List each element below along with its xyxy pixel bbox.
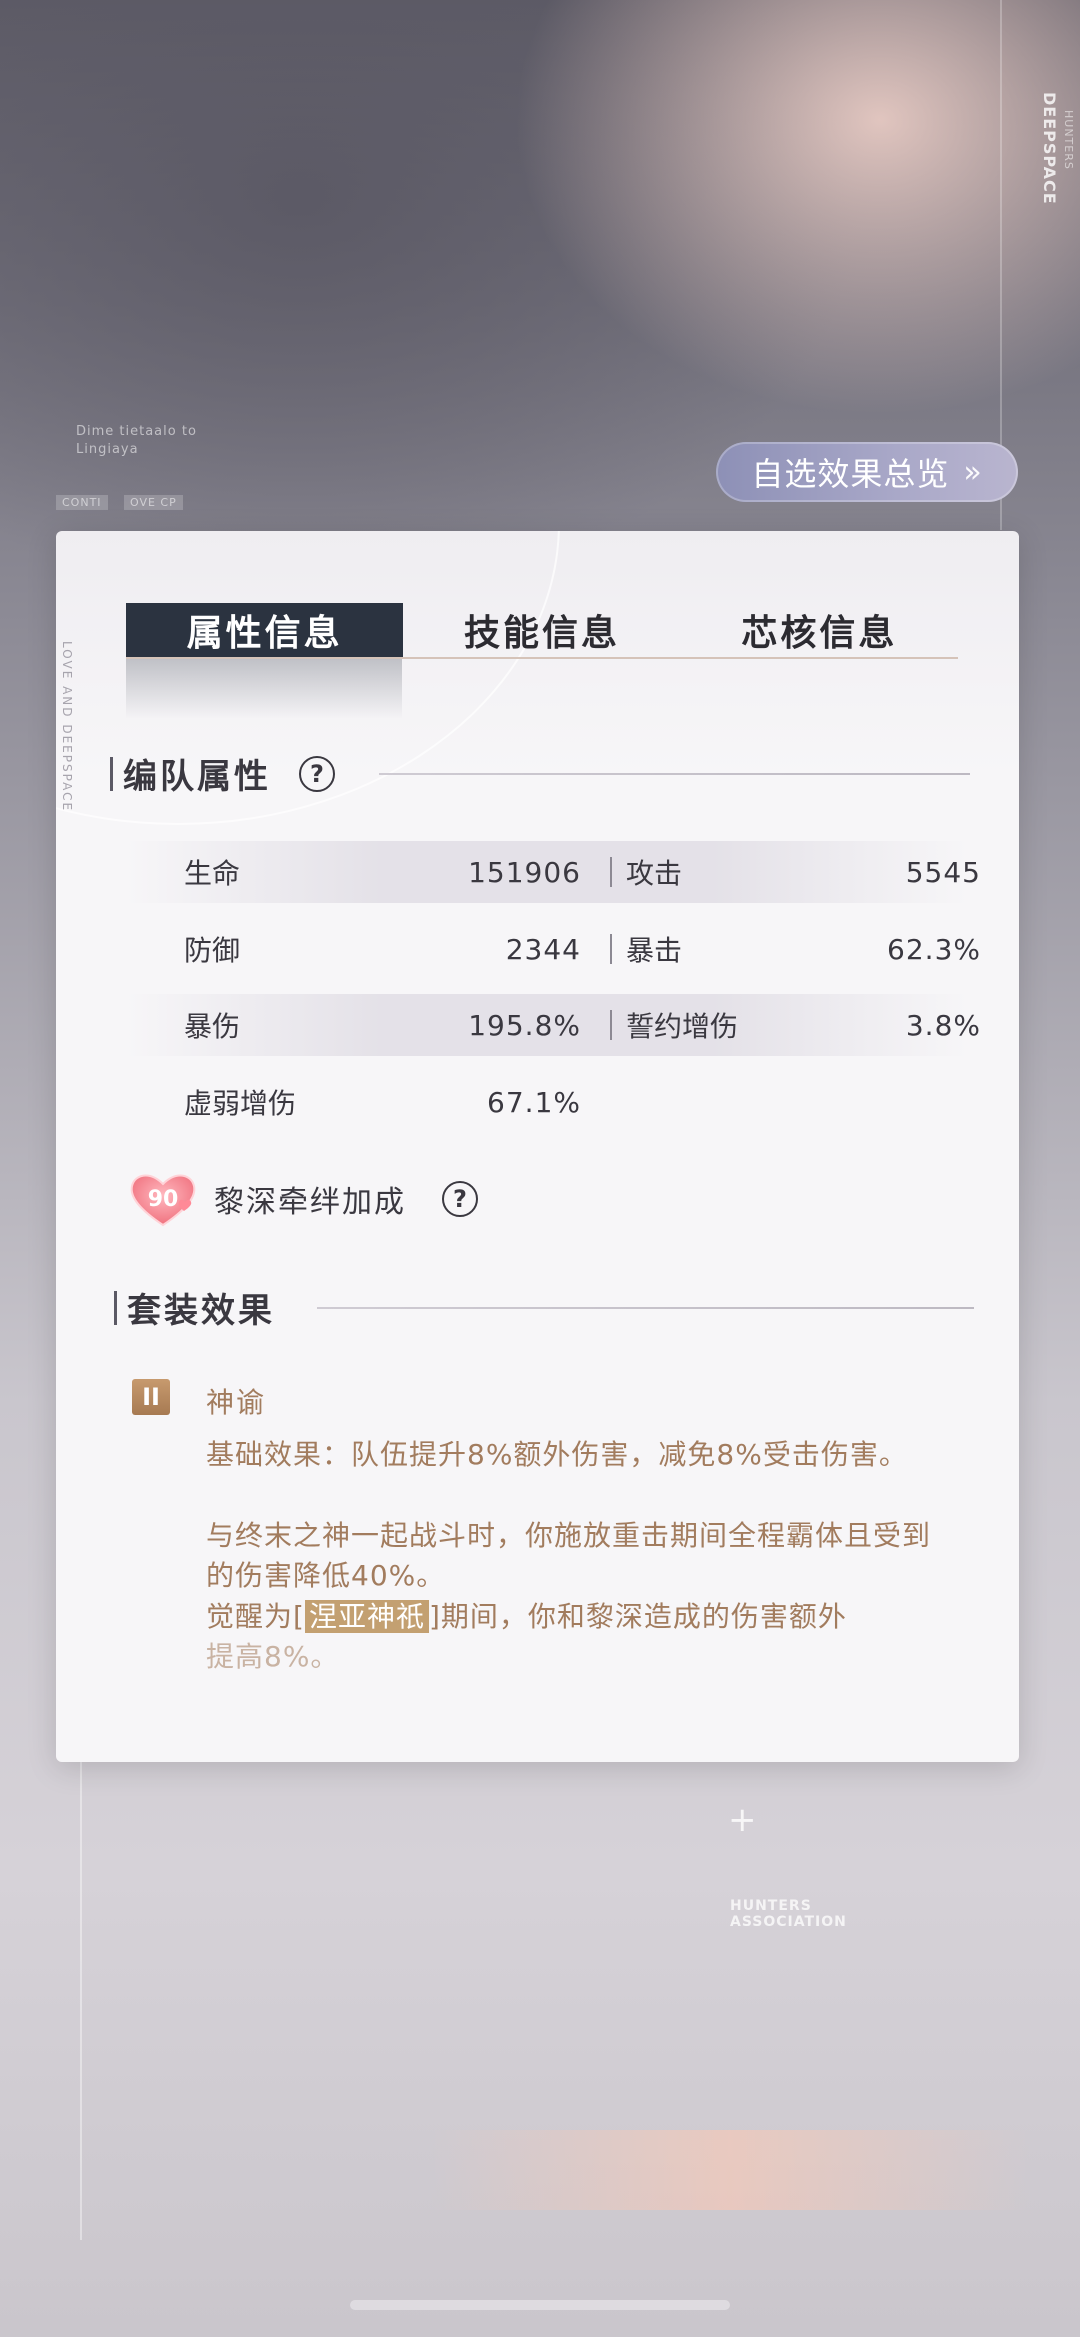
stat-value: 195.8% bbox=[468, 1008, 581, 1042]
set-tier-badge: II bbox=[132, 1379, 170, 1415]
plus-icon: + bbox=[728, 1800, 757, 1840]
stat-value: 151906 bbox=[468, 855, 581, 889]
bg-small-text-2: Lingiaya bbox=[76, 442, 139, 457]
double-chevron-right-icon: » bbox=[963, 454, 983, 490]
bg-tag-2: OVE CP bbox=[124, 495, 183, 510]
bg-tag-1: CONTI bbox=[56, 495, 108, 510]
overview-button-label: 自选效果总览 bbox=[751, 455, 950, 493]
heart-icon: 90 bbox=[126, 1169, 200, 1229]
tab-attributes[interactable]: 属性信息 bbox=[126, 603, 404, 657]
bond-bonus: 90 黎深牵绊加成 ? bbox=[126, 1169, 478, 1229]
awaken-suffix: ]期间，你和黎深造成的伤害额外 bbox=[428, 1600, 847, 1633]
stat-atk: 攻击 5545 bbox=[626, 841, 981, 903]
set-effect-base: 基础效果：队伍提升8%额外伤害，减免8%受击伤害。 bbox=[206, 1438, 908, 1471]
awaken-form-highlight: 涅亚神祇 bbox=[304, 1600, 429, 1633]
stat-row: 虚弱增伤 67.1% bbox=[126, 1071, 968, 1133]
set-name: 神谕 bbox=[206, 1386, 267, 1419]
stat-crit-rate: 暴击 62.3% bbox=[626, 918, 981, 980]
section-rule bbox=[379, 772, 970, 775]
stat-value: 3.8% bbox=[905, 1008, 981, 1042]
stat-crit-dmg: 暴伤 195.8% bbox=[184, 994, 581, 1056]
stat-label: 攻击 bbox=[626, 857, 683, 890]
stat-label: 暴伤 bbox=[184, 1010, 241, 1043]
stat-label: 虚弱增伤 bbox=[184, 1087, 297, 1120]
tab-skills[interactable]: 技能信息 bbox=[403, 603, 680, 657]
stat-value: 2344 bbox=[505, 932, 581, 966]
brand-sub-text: HUNTERS bbox=[1062, 110, 1075, 170]
bg-blur-panel bbox=[430, 2130, 1030, 2210]
bg-small-text-1: Dime tietaalo to bbox=[76, 424, 197, 439]
tab-cores[interactable]: 芯核信息 bbox=[681, 603, 958, 657]
section-bar bbox=[110, 756, 113, 791]
tab-bar: 属性信息 技能信息 芯核信息 bbox=[126, 603, 958, 659]
set-effect-awaken-end: 提高8%。 bbox=[206, 1640, 340, 1673]
stat-divider bbox=[610, 1010, 612, 1040]
section-bar bbox=[114, 1290, 117, 1325]
tab-active-shadow bbox=[126, 659, 402, 719]
home-indicator[interactable] bbox=[350, 2300, 730, 2310]
stat-hp: 生命 151906 bbox=[184, 841, 581, 903]
attribute-card: LOVE AND DEEPSPACE 属性信息 技能信息 芯核信息 编队属性 ?… bbox=[56, 531, 1019, 1762]
card-side-text: LOVE AND DEEPSPACE bbox=[60, 641, 74, 813]
stat-value: 5545 bbox=[905, 855, 981, 889]
stat-row: 防御 2344 暴击 62.3% bbox=[126, 918, 980, 980]
stat-weak-dmg: 虚弱增伤 67.1% bbox=[184, 1071, 581, 1133]
stat-label: 生命 bbox=[184, 857, 241, 890]
stat-label: 暴击 bbox=[626, 934, 683, 967]
set-effect-awaken: 觉醒为[涅亚神祇]期间，你和黎深造成的伤害额外 bbox=[206, 1597, 936, 1637]
set-effect-header: 套装效果 bbox=[114, 1283, 974, 1332]
brand-vertical-text: DEEPSPACE bbox=[1040, 92, 1059, 205]
stat-divider bbox=[610, 934, 612, 964]
stat-label: 防御 bbox=[184, 934, 241, 967]
stat-divider bbox=[610, 857, 612, 887]
association-text: HUNTERS ASSOCIATION bbox=[730, 1898, 847, 1930]
awaken-prefix: 觉醒为[ bbox=[206, 1600, 305, 1633]
help-circle-icon[interactable]: ? bbox=[442, 1181, 478, 1217]
custom-effect-overview-button[interactable]: 自选效果总览 » bbox=[716, 442, 1018, 502]
bg-vertical-line-left bbox=[80, 1740, 82, 2240]
stat-row: 暴伤 195.8% 誓约增伤 3.8% bbox=[126, 994, 980, 1056]
team-attributes-title: 编队属性 bbox=[123, 757, 271, 797]
bond-level: 90 bbox=[147, 1186, 179, 1212]
set-effect-condition: 与终末之神一起战斗时，你施放重击期间全程霸体且受到的伤害降低40%。 bbox=[206, 1519, 932, 1592]
bond-label: 黎深牵绊加成 bbox=[214, 1185, 406, 1220]
team-attributes-header: 编队属性 ? bbox=[110, 749, 970, 798]
section-rule bbox=[317, 1306, 974, 1309]
stat-row: 生命 151906 攻击 5545 bbox=[126, 841, 980, 903]
stat-oath-dmg: 誓约增伤 3.8% bbox=[626, 994, 981, 1056]
set-effect-title: 套装效果 bbox=[127, 1291, 275, 1331]
stat-label: 誓约增伤 bbox=[626, 1010, 739, 1043]
stat-def: 防御 2344 bbox=[184, 918, 581, 980]
help-circle-icon[interactable]: ? bbox=[299, 755, 335, 792]
stat-value: 62.3% bbox=[887, 932, 981, 966]
stat-value: 67.1% bbox=[487, 1085, 581, 1119]
